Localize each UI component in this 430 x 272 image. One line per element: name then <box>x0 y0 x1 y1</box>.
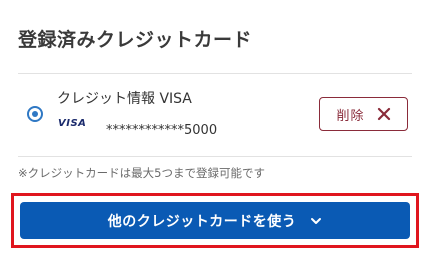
other-card-label: 他のクレジットカードを使う <box>107 213 297 230</box>
delete-button[interactable]: 削除 <box>319 97 408 131</box>
close-icon <box>377 107 391 121</box>
chevron-down-icon <box>310 215 322 227</box>
other-card-button[interactable]: 他のクレジットカードを使う <box>20 202 410 239</box>
card-radio[interactable] <box>27 106 43 122</box>
divider-bottom <box>18 156 412 157</box>
saved-cards-title: 登録済みクレジットカード <box>18 29 253 51</box>
card-number: ************5000 <box>106 123 218 138</box>
visa-logo: VISA <box>58 118 87 129</box>
delete-label: 削除 <box>336 108 365 124</box>
card-name: クレジット情報 VISA <box>57 91 192 107</box>
card-limit-note: ※クレジットカードは最大5つまで登録可能です <box>18 166 265 180</box>
saved-card-row[interactable]: クレジット情報 VISA VISA ************5000 削除 <box>18 74 412 156</box>
